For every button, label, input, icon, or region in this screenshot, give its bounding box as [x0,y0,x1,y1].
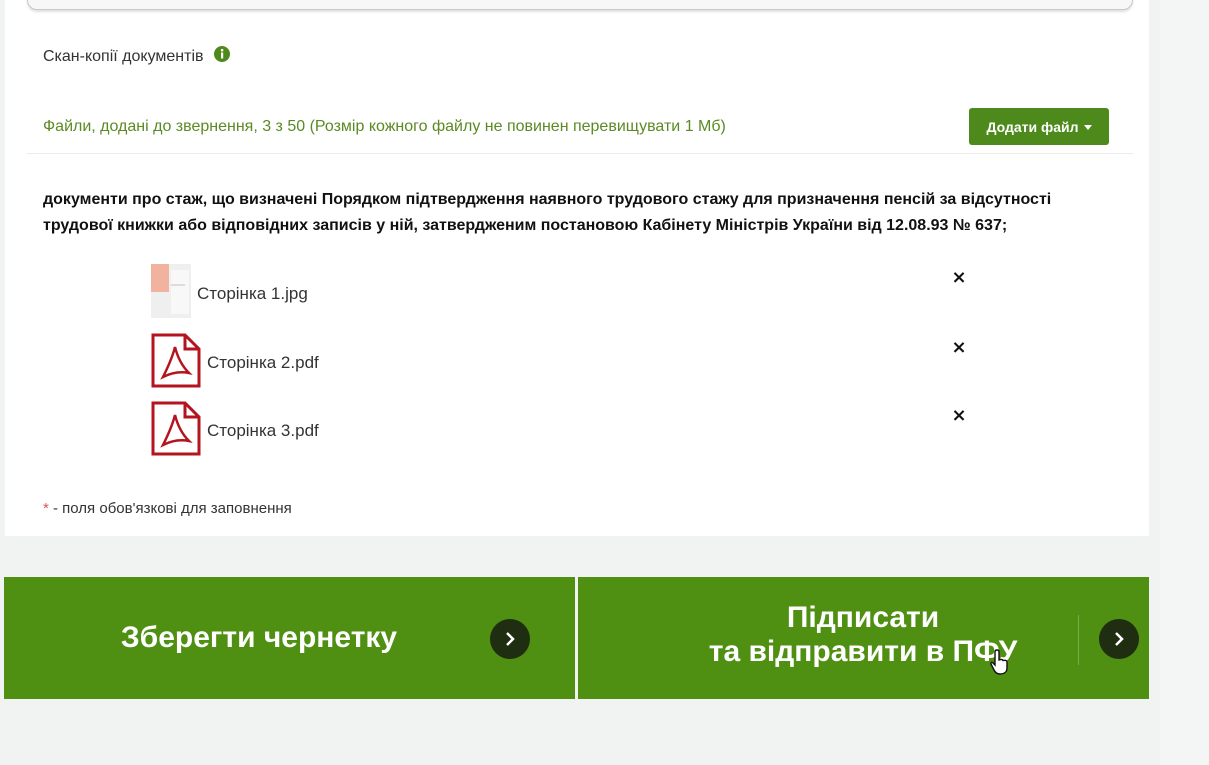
file-item[interactable]: Сторінка 2.pdf [151,333,319,393]
remove-file-button[interactable]: × [949,406,969,426]
section-title-text: Скан-копії документів [43,47,204,65]
info-icon[interactable] [213,46,230,67]
file-item[interactable]: Сторінка 3.pdf [151,401,319,461]
form-card: Скан-копії документів Файли, додані до з… [5,0,1149,536]
pdf-file-icon [151,333,201,393]
file-name: Сторінка 1.jpg [197,283,308,303]
required-note-text: - поля обов'язкові для заповнення [48,500,292,517]
image-thumbnail-icon [151,264,191,323]
pdf-file-icon [151,401,201,461]
hand-cursor-icon [990,648,1010,681]
chevron-right-icon [490,619,530,659]
file-item[interactable]: Сторінка 1.jpg [151,264,308,323]
chevron-right-icon [1099,619,1139,659]
required-fields-note: * - поля обов'язкові для заповнення [43,500,292,517]
remove-file-button[interactable]: × [949,338,969,358]
add-file-label: Додати файл [986,118,1079,135]
divider [27,153,1133,154]
document-description: документи про стаж, що визначені Порядко… [43,191,1052,234]
caret-down-icon [1083,125,1092,130]
section-title: Скан-копії документів [43,46,230,67]
sign-label-line2: та відправити в ПФУ [708,635,1018,668]
save-draft-label: Зберегти чернетку [120,621,398,654]
file-name: Сторінка 2.pdf [207,353,319,372]
save-draft-button[interactable]: Зберегти чернетку [4,577,575,699]
files-count-note: Файли, додані до звернення, 3 з 50 (Розм… [43,118,726,135]
add-file-button[interactable]: Додати файл [969,108,1109,145]
page-gutter [1160,0,1209,765]
previous-field[interactable] [27,0,1133,10]
remove-file-button[interactable]: × [949,268,969,288]
sign-and-send-button[interactable]: Підписати та відправити в ПФУ [578,577,1149,699]
file-name: Сторінка 3.pdf [207,421,319,440]
sign-label-line1: Підписати [786,601,940,634]
button-separator [1078,615,1079,665]
